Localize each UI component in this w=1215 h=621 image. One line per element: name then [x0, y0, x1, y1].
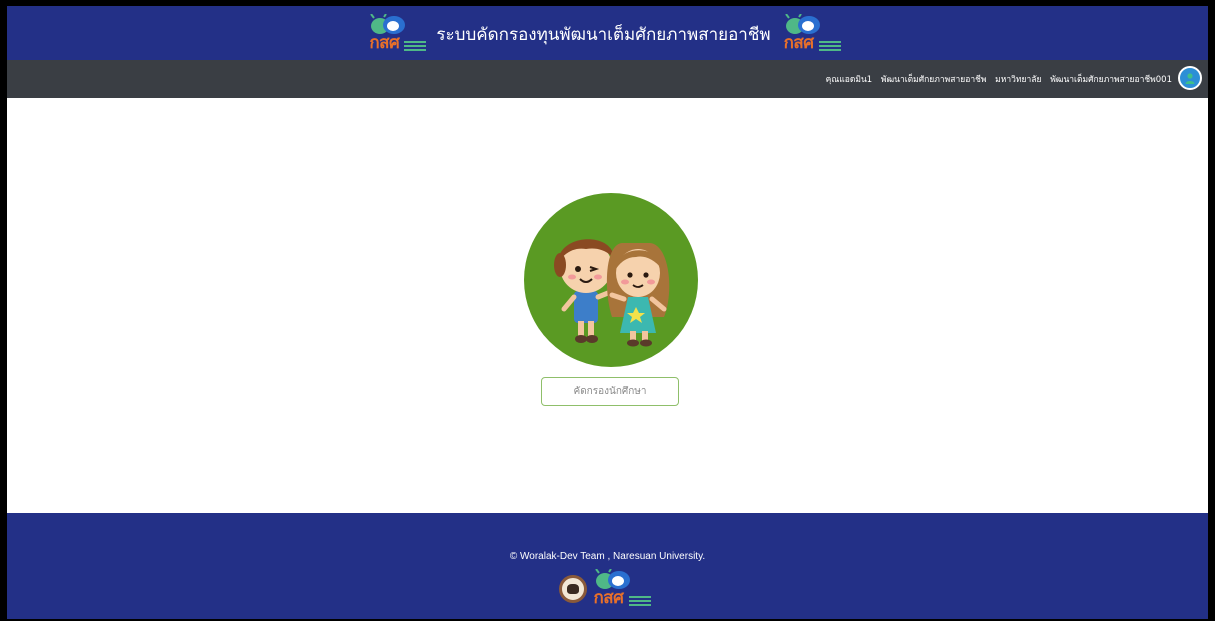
- footer: © Woralak-Dev Team , Naresuan University…: [7, 513, 1208, 619]
- header-inner: กสศ ระบบคัดกรองทุนพัฒนาเต็มศักยภาพสายอาช…: [7, 12, 1208, 56]
- user-name: คุณแอดมิน1: [825, 75, 873, 85]
- logo-subtext-lines: [628, 594, 651, 606]
- university-seal-icon: [558, 575, 587, 603]
- main-content: คัดกรองนักศึกษา: [7, 98, 1208, 513]
- eef-logo-left: กสศ: [368, 14, 432, 54]
- user-bar: คุณแอดมิน1 พัฒนาเต็มศักยภาพสายอาชีพ มหาว…: [7, 60, 1208, 98]
- footer-copyright: © Woralak-Dev Team , Naresuan University…: [509, 551, 706, 562]
- header-banner: กสศ ระบบคัดกรองทุนพัฒนาเต็มศักยภาพสายอาช…: [7, 6, 1208, 60]
- logo-text: กสศ: [369, 33, 400, 53]
- user-info: คุณแอดมิน1 พัฒนาเต็มศักยภาพสายอาชีพ มหาว…: [820, 72, 1172, 86]
- app-frame: กสศ ระบบคัดกรองทุนพัฒนาเต็มศักยภาพสายอาช…: [0, 0, 1215, 621]
- site-title: ระบบคัดกรองทุนพัฒนาเต็มศักยภาพสายอาชีพ: [436, 24, 771, 45]
- user-institution: มหาวิทยาลัย: [995, 75, 1042, 85]
- logo-text: กสศ: [593, 588, 624, 608]
- user-icon: [1185, 73, 1195, 84]
- user-role: พัฒนาเต็มศักยภาพสายอาชีพ: [880, 75, 987, 85]
- logo-subtext-lines: [818, 39, 841, 51]
- footer-logos: กสศ: [7, 569, 1208, 609]
- logo-text: กสศ: [783, 33, 814, 53]
- kids-illustration: [524, 193, 698, 367]
- logo-subtext-lines: [404, 39, 427, 51]
- kids-illustration-svg: [554, 239, 670, 347]
- user-account: พัฒนาเต็มศักยภาพสายอาชีพ001: [1050, 75, 1172, 85]
- eef-logo-right: กสศ: [783, 14, 847, 54]
- screen-students-button[interactable]: คัดกรองนักศึกษา: [541, 377, 679, 406]
- eef-logo-footer: กสศ: [593, 569, 657, 609]
- avatar-button[interactable]: [1178, 66, 1202, 90]
